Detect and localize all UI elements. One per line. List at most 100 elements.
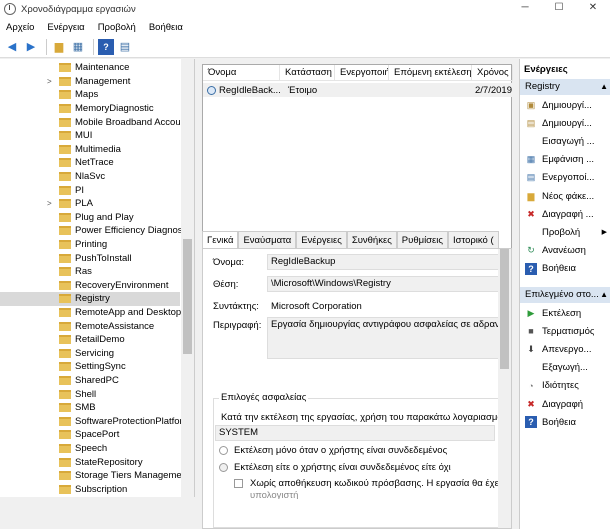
tab-settings[interactable]: Ρυθμίσεις: [396, 231, 448, 248]
action-item[interactable]: ▣ Δημιουργί...: [520, 96, 610, 114]
tree-item[interactable]: Multimedia: [0, 143, 180, 157]
forward-arrow-icon[interactable]: ▶: [23, 39, 39, 55]
tree-item[interactable]: MemoryDiagnostic: [0, 102, 180, 116]
description-field[interactable]: Εργασία δημιουργίας αντιγράφου ασφαλείας…: [267, 317, 499, 359]
action-item[interactable]: Εξαγωγή...: [520, 359, 610, 377]
tree-item[interactable]: Storage Tiers Management: [0, 469, 190, 483]
tree-item[interactable]: Printing: [0, 238, 180, 252]
action-item[interactable]: ◔ Ιδιότητες: [520, 377, 610, 395]
tree-item[interactable]: NetTrace: [0, 156, 180, 170]
column-name[interactable]: Όνομα: [203, 65, 280, 80]
action-item-label: Βοήθεια: [542, 416, 577, 428]
actions-section-registry[interactable]: Registry ▲: [520, 79, 610, 95]
tree-item[interactable]: RetailDemo: [0, 333, 180, 347]
action-item[interactable]: ▦ Εμφάνιση ...: [520, 151, 610, 169]
tree-item[interactable]: StateRepository: [0, 455, 180, 469]
tree-item[interactable]: Maintenance: [0, 61, 180, 75]
tree-item[interactable]: Registry: [0, 292, 180, 306]
action-item[interactable]: ▤ Δημιουργί...: [520, 114, 610, 132]
details-scrollbar-thumb[interactable]: [500, 249, 509, 369]
tree-item[interactable]: Mobile Broadband Accour: [0, 115, 184, 129]
maximize-button[interactable]: ☐: [542, 0, 576, 18]
show-hide-tree-icon[interactable]: ▦: [70, 39, 86, 55]
tree-item[interactable]: Subscription: [0, 483, 180, 497]
action-item[interactable]: ▆ Νέος φάκε...: [520, 187, 610, 205]
run-logged-on-label[interactable]: Εκτέλεση μόνο όταν ο χρήστης είναι συνδε…: [234, 445, 447, 456]
column-triggers[interactable]: Ενεργοποιήσεις: [335, 65, 389, 80]
menu-help[interactable]: Βοήθεια: [149, 22, 183, 33]
action-item[interactable]: Εισαγωγή ...: [520, 132, 610, 150]
folder-icon: [59, 212, 71, 222]
no-store-password-label[interactable]: Χωρίς αποθήκευση κωδικού πρόσβασης. Η ερ…: [250, 478, 500, 489]
tree-item[interactable]: Speech: [0, 442, 180, 456]
tree-item[interactable]: SharedPC: [0, 374, 180, 388]
tree-item[interactable]: SettingSync: [0, 360, 180, 374]
expand-chevron-icon[interactable]: >: [47, 199, 52, 208]
collapse-up-icon[interactable]: ▲: [600, 79, 608, 95]
tab-actions[interactable]: Ενέργειες: [296, 231, 347, 248]
up-folder-icon[interactable]: ▆: [51, 39, 67, 55]
collapse-up-icon[interactable]: ▲: [600, 287, 608, 303]
tree-item[interactable]: Plug and Play: [0, 211, 180, 225]
action-item[interactable]: ? Βοήθεια: [520, 260, 610, 278]
run-whether-logged-on-label[interactable]: Εκτέλεση είτε ο χρήστης είναι συνδεδεμέν…: [234, 462, 451, 473]
details-scrollbar[interactable]: [498, 249, 511, 528]
tree-item[interactable]: RemoteAssistance: [0, 319, 180, 333]
tree-item[interactable]: Power Efficiency Diagnosti: [0, 224, 187, 238]
tab-triggers[interactable]: Εναύσματα: [238, 231, 297, 248]
action-item-label: Ιδιότητες: [542, 380, 579, 392]
enable-icon: ▤: [526, 172, 536, 183]
back-arrow-icon[interactable]: ◀: [4, 39, 20, 55]
tab-general[interactable]: Γενικά: [202, 231, 239, 248]
column-next-run[interactable]: Επόμενη εκτέλεση: [389, 65, 472, 80]
tree-item[interactable]: PushToInstall: [0, 251, 180, 265]
action-item[interactable]: ✖ Διαγραφή: [520, 395, 610, 413]
action-item[interactable]: ■ Τερματισμός: [520, 322, 610, 340]
minimize-button[interactable]: ─: [508, 0, 542, 18]
menu-view[interactable]: Προβολή: [98, 22, 136, 33]
tree-item[interactable]: SpacePort: [0, 428, 180, 442]
tree-item[interactable]: > Management: [0, 75, 180, 89]
tab-history[interactable]: Ιστορικό (: [447, 231, 499, 248]
close-button[interactable]: ✕: [576, 0, 610, 18]
tree-item-label: SharedPC: [75, 375, 119, 387]
tree-scrollbar-thumb[interactable]: [183, 239, 192, 354]
action-item[interactable]: ⬇ Απενεργο...: [520, 340, 610, 358]
action-item[interactable]: ▤ Ενεργοποί...: [520, 169, 610, 187]
name-field[interactable]: RegIdleBackup: [267, 254, 499, 270]
action-item[interactable]: ▶ Εκτέλεση: [520, 304, 610, 322]
help-icon[interactable]: ?: [98, 38, 114, 55]
tree-item[interactable]: Maps: [0, 88, 180, 102]
tree-item[interactable]: SMB: [0, 401, 180, 415]
run-whether-logged-on-radio[interactable]: [219, 463, 228, 472]
tree-item[interactable]: RecoveryEnvironment: [0, 279, 180, 293]
no-store-password-checkbox[interactable]: [234, 479, 243, 488]
action-item[interactable]: ✖ Διαγραφή ...: [520, 205, 610, 223]
tree-item[interactable]: MUI: [0, 129, 180, 143]
tree-item[interactable]: NlaSvc: [0, 170, 180, 184]
task-row[interactable]: RegIdleBack... Έτοιμο 2/7/2019: [203, 83, 513, 97]
tree-item[interactable]: Servicing: [0, 347, 180, 361]
column-status[interactable]: Κατάσταση: [280, 65, 335, 80]
action-item[interactable]: Προβολή ▶: [520, 223, 610, 241]
action-item-label: Προβολή: [542, 226, 581, 238]
tree-item[interactable]: Ras: [0, 265, 180, 279]
tree-item[interactable]: Shell: [0, 387, 180, 401]
task-status: Έτοιμο: [288, 84, 318, 96]
action-item[interactable]: ? Βοήθεια: [520, 413, 610, 431]
location-field[interactable]: \Microsoft\Windows\Registry: [267, 276, 499, 292]
run-logged-on-radio[interactable]: [219, 446, 228, 455]
tree-item[interactable]: > PLA: [0, 197, 180, 211]
tree-item[interactable]: SoftwareProtectionPlatforn: [0, 415, 188, 429]
tree-item[interactable]: PI: [0, 183, 180, 197]
tree-scrollbar[interactable]: [181, 59, 194, 497]
actions-section-selected[interactable]: Επιλεγμένο στο... ▲: [520, 287, 610, 303]
action-item[interactable]: ↻ Ανανέωση: [520, 242, 610, 260]
column-time[interactable]: Χρόνος: [472, 65, 513, 80]
menu-file[interactable]: Αρχείο: [6, 22, 34, 33]
tree-item[interactable]: RemoteApp and Desktop C: [0, 306, 191, 320]
expand-chevron-icon[interactable]: >: [47, 77, 52, 86]
menu-action[interactable]: Ενέργεια: [47, 22, 84, 33]
properties-icon[interactable]: ▤: [117, 39, 133, 55]
tab-conditions[interactable]: Συνθήκες: [346, 231, 397, 248]
